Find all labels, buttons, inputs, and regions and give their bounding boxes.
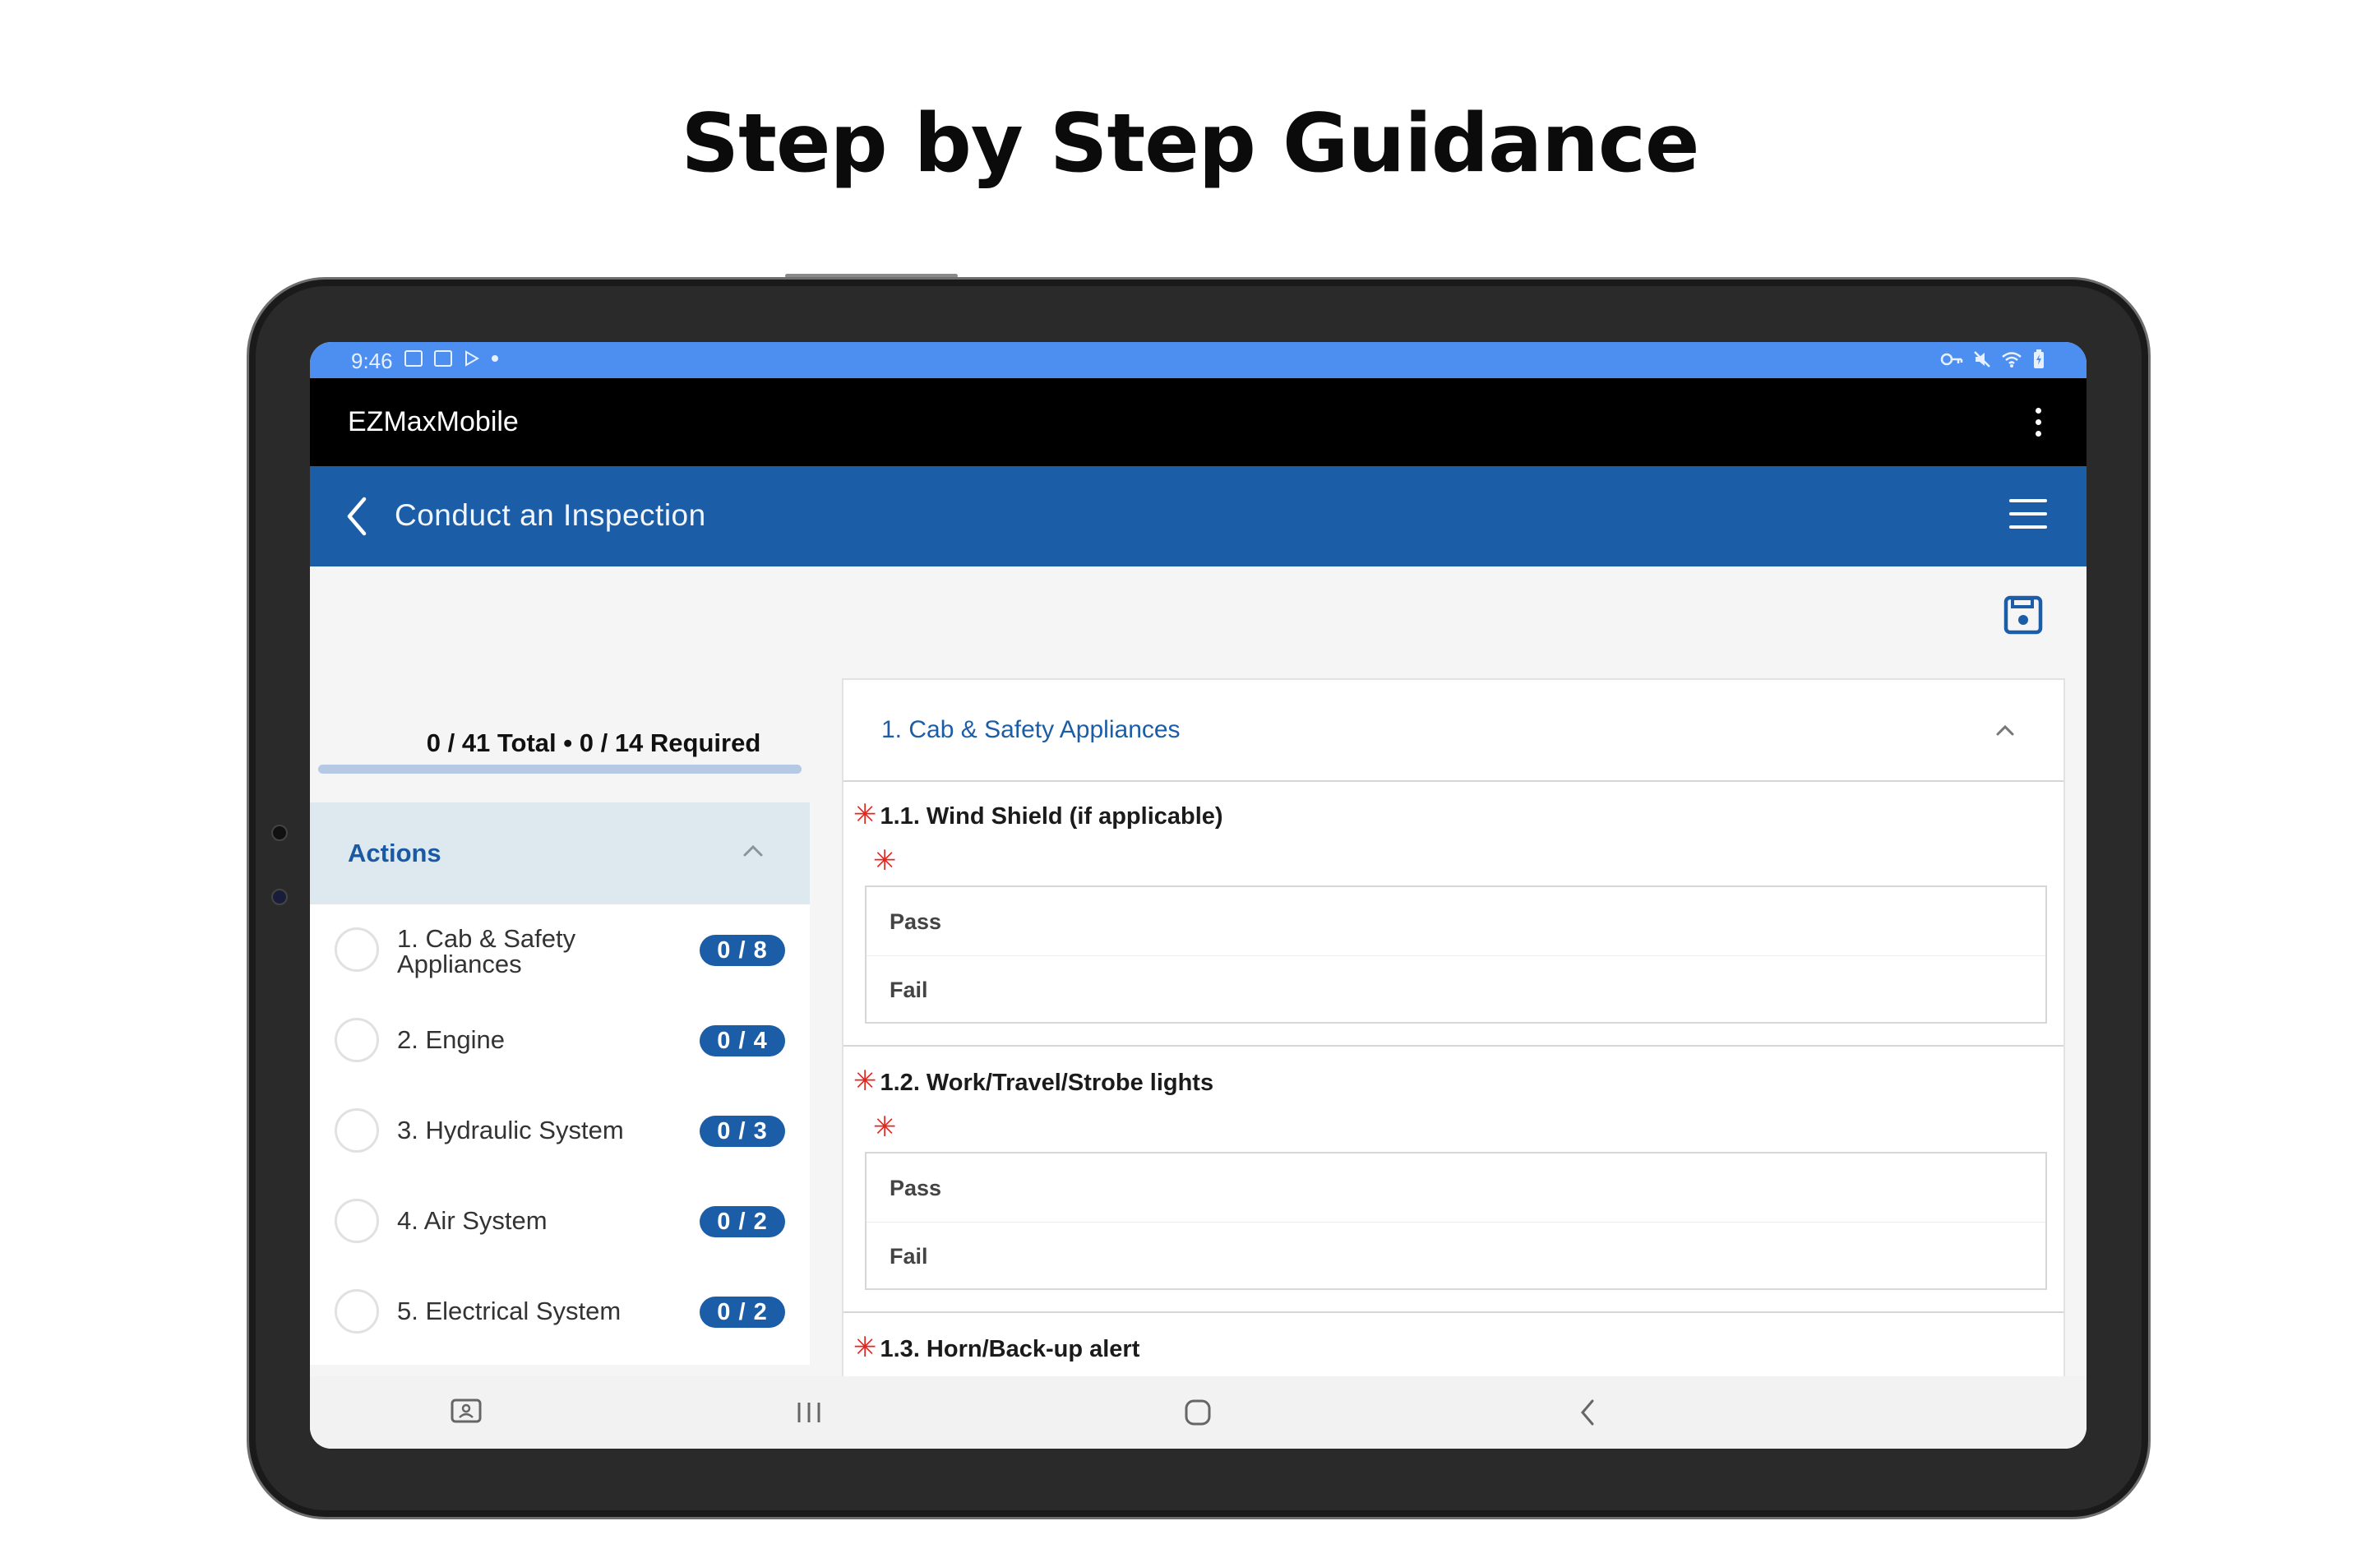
- action-item-count-badge: 0 / 2: [700, 1206, 785, 1237]
- option-label: Pass: [890, 909, 942, 934]
- app-bar: EZMaxMobile: [310, 378, 2087, 466]
- action-item-hydraulic-system[interactable]: 3. Hydraulic System 0 / 3: [310, 1085, 810, 1176]
- status-system-icons: [1940, 349, 2045, 369]
- recent-apps-icon[interactable]: [795, 1398, 823, 1427]
- section-header[interactable]: 1. Cab & Safety Appliances: [843, 680, 2063, 782]
- recent-screenshot-icon[interactable]: [450, 1398, 483, 1427]
- chevron-up-icon[interactable]: [742, 842, 765, 858]
- option-label: Fail: [890, 978, 928, 1002]
- required-asterisk-icon: ✳: [873, 1112, 897, 1143]
- device-screen: 9:46 EZMaxMobile Conduct an Inspection 0…: [310, 342, 2087, 1449]
- option-pass[interactable]: Pass: [867, 887, 2045, 956]
- status-circle-icon[interactable]: [335, 1199, 379, 1243]
- action-item-engine[interactable]: 2. Engine 0 / 4: [310, 995, 810, 1085]
- chevron-up-icon[interactable]: [1994, 723, 2016, 737]
- page-headline: Step by Step Guidance: [681, 97, 1700, 191]
- hamburger-icon[interactable]: [2009, 499, 2047, 529]
- required-asterisk-icon: ✳: [853, 1332, 877, 1363]
- actions-header-label: Actions: [348, 839, 441, 867]
- system-navigation-bar: [310, 1376, 2087, 1449]
- answer-options: Pass Fail: [865, 1152, 2047, 1290]
- vpn-key-icon: [1940, 353, 1963, 366]
- option-label: Fail: [890, 1244, 928, 1269]
- question-wind-shield: ✳ 1.1. Wind Shield (if applicable) ✳ Pass…: [843, 780, 2063, 1045]
- nav-bar: Conduct an Inspection: [310, 466, 2087, 566]
- question-title-text: 1.3. Horn/Back-up alert: [880, 1336, 1140, 1362]
- action-item-count-badge: 0 / 3: [700, 1116, 785, 1147]
- option-pass[interactable]: Pass: [867, 1153, 2045, 1223]
- back-icon[interactable]: [1576, 1398, 1601, 1427]
- action-item-label: 5. Electrical System: [397, 1297, 622, 1325]
- status-circle-icon[interactable]: [335, 1108, 379, 1153]
- action-item-air-system[interactable]: 4. Air System 0 / 2: [310, 1176, 810, 1266]
- action-item-count-badge: 0 / 2: [700, 1297, 785, 1328]
- action-item-label-line1: 1. Cab & Safety: [397, 924, 576, 953]
- app-title: EZMaxMobile: [348, 406, 519, 437]
- question-title: ✳ 1.3. Horn/Back-up alert: [853, 1331, 1139, 1364]
- tablet-sensor: [271, 825, 288, 841]
- home-icon[interactable]: [1183, 1398, 1213, 1427]
- question-work-travel-lights: ✳ 1.2. Work/Travel/Strobe lights ✳ Pass F…: [843, 1047, 2063, 1311]
- required-asterisk-icon: ✳: [873, 845, 897, 876]
- action-item-cab-safety[interactable]: 1. Cab & Safety Appliances 0 / 8: [310, 904, 810, 995]
- mute-icon: [1974, 351, 1990, 368]
- status-circle-icon[interactable]: [335, 1018, 379, 1062]
- action-item-label: 1. Cab & Safety Appliances: [397, 926, 644, 977]
- action-item-electrical-system[interactable]: 5. Electrical System 0 / 2: [310, 1266, 810, 1357]
- question-title-text: 1.2. Work/Travel/Strobe lights: [880, 1070, 1214, 1096]
- required-asterisk-icon: ✳: [853, 799, 877, 830]
- action-item-label: 2. Engine: [397, 1025, 505, 1054]
- floppy-disk-icon[interactable]: [2003, 594, 2044, 636]
- status-time: 9:46: [351, 349, 393, 373]
- gallery-icon: [434, 350, 452, 367]
- status-bar: 9:46: [310, 342, 2087, 378]
- question-title: ✳ 1.2. Work/Travel/Strobe lights: [853, 1065, 1213, 1098]
- page-title: Conduct an Inspection: [395, 498, 706, 532]
- option-fail[interactable]: Fail: [867, 955, 2045, 1024]
- action-item-label: 3. Hydraulic System: [397, 1116, 624, 1144]
- option-fail[interactable]: Fail: [867, 1222, 2045, 1290]
- actions-header[interactable]: Actions: [310, 802, 810, 904]
- battery-icon: [2034, 349, 2044, 368]
- status-notification-icons: [404, 350, 498, 367]
- notification-icon: [404, 350, 423, 367]
- status-circle-icon[interactable]: [335, 927, 379, 972]
- play-store-icon: [465, 350, 480, 367]
- section-title: 1. Cab & Safety Appliances: [881, 716, 1181, 743]
- more-notifications-icon: [492, 355, 498, 362]
- action-item-count-badge: 0 / 4: [700, 1025, 785, 1056]
- progress-bar: [318, 765, 802, 774]
- kebab-icon[interactable]: [2036, 408, 2042, 437]
- action-item-label: 4. Air System: [397, 1206, 548, 1235]
- actions-list: 1. Cab & Safety Appliances 0 / 8 2. Engi…: [310, 904, 810, 1365]
- option-label: Pass: [890, 1176, 942, 1200]
- action-item-label-line2: Appliances: [397, 950, 522, 978]
- answer-options: Pass Fail: [865, 885, 2047, 1024]
- progress-summary: 0 / 41 Total • 0 / 14 Required: [426, 728, 761, 757]
- tablet-camera: [271, 889, 288, 905]
- required-asterisk-icon: ✳: [853, 1066, 877, 1097]
- action-item-count-badge: 0 / 8: [700, 935, 785, 966]
- question-title: ✳ 1.1. Wind Shield (if applicable): [853, 798, 1223, 831]
- status-circle-icon[interactable]: [335, 1289, 379, 1334]
- wifi-icon: [2002, 352, 2022, 368]
- inspection-section-panel: 1. Cab & Safety Appliances ✳ 1.1. Wind Sh…: [842, 678, 2065, 1385]
- question-title-text: 1.1. Wind Shield (if applicable): [880, 803, 1223, 830]
- chevron-left-icon[interactable]: [344, 496, 369, 537]
